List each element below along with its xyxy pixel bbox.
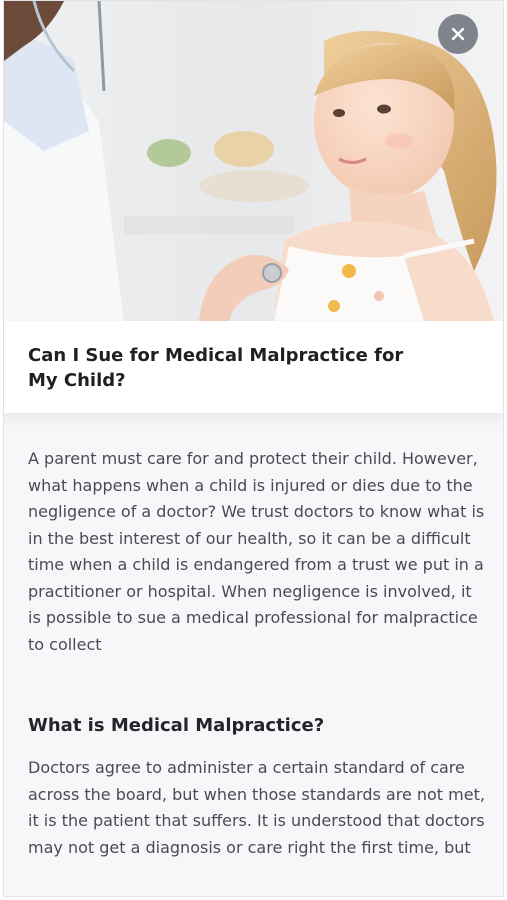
close-button[interactable]	[438, 14, 478, 54]
article-title: Can I Sue for Medical Malpractice for My…	[28, 345, 404, 391]
close-icon	[451, 27, 465, 41]
article-body: A parent must care for and protect their…	[28, 446, 488, 861]
hero-image	[4, 1, 503, 321]
section-heading: What is Medical Malpractice?	[28, 715, 325, 736]
article-header: Can I Sue for Medical Malpractice for My…	[4, 321, 503, 413]
intro-paragraph: A parent must care for and protect their…	[28, 449, 485, 654]
doctor-child-illustration	[4, 1, 503, 321]
article-modal: Can I Sue for Medical Malpractice for My…	[3, 0, 504, 897]
section-paragraph: Doctors agree to administer a certain st…	[28, 758, 485, 857]
